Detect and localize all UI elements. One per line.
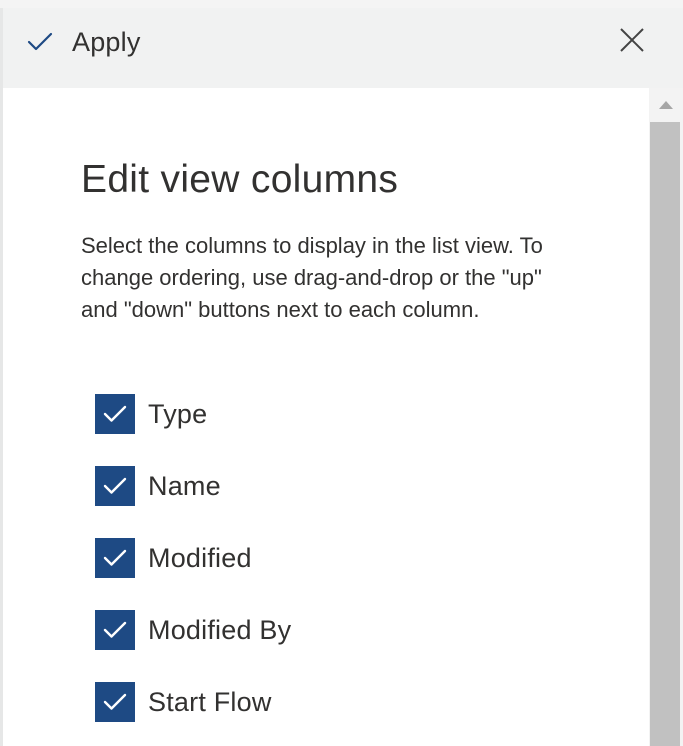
triangle-up-icon <box>659 101 673 109</box>
checkmark-icon <box>103 621 127 638</box>
close-icon <box>620 28 644 52</box>
column-label: Name <box>148 470 221 501</box>
apply-label: Apply <box>72 26 141 57</box>
column-item-name[interactable]: Name <box>95 466 291 506</box>
column-item-modified-by[interactable]: Modified By <box>95 610 291 650</box>
vertical-scrollbar[interactable] <box>649 88 683 746</box>
scrollbar-thumb[interactable] <box>650 122 680 746</box>
apply-button[interactable]: Apply <box>26 18 141 66</box>
checkmark-icon <box>103 693 127 710</box>
column-item-type[interactable]: Type <box>95 394 291 434</box>
scroll-up-button[interactable] <box>649 88 683 122</box>
column-checkbox[interactable] <box>95 610 135 650</box>
checkmark-icon <box>103 549 127 566</box>
column-label: Modified <box>148 542 252 573</box>
column-label: Start Flow <box>148 686 272 717</box>
column-checkbox[interactable] <box>95 682 135 722</box>
column-label: Modified By <box>148 614 292 645</box>
panel-description: Select the columns to display in the lis… <box>81 233 543 322</box>
column-item-start-flow[interactable]: Start Flow <box>95 682 291 722</box>
column-list: Type Name Modified Modified By Start Flo… <box>95 394 291 746</box>
column-label: Type <box>148 398 208 429</box>
page-title: Edit view columns <box>81 158 399 201</box>
top-strip <box>0 0 683 8</box>
edit-view-columns-panel: Apply Edit view columns Select the colum… <box>0 0 683 746</box>
close-button[interactable] <box>612 20 652 60</box>
checkmark-icon <box>103 405 127 422</box>
column-checkbox[interactable] <box>95 538 135 578</box>
column-item-modified[interactable]: Modified <box>95 538 291 578</box>
checkmark-icon <box>103 477 127 494</box>
column-checkbox[interactable] <box>95 466 135 506</box>
column-checkbox[interactable] <box>95 394 135 434</box>
checkmark-icon <box>26 28 54 56</box>
